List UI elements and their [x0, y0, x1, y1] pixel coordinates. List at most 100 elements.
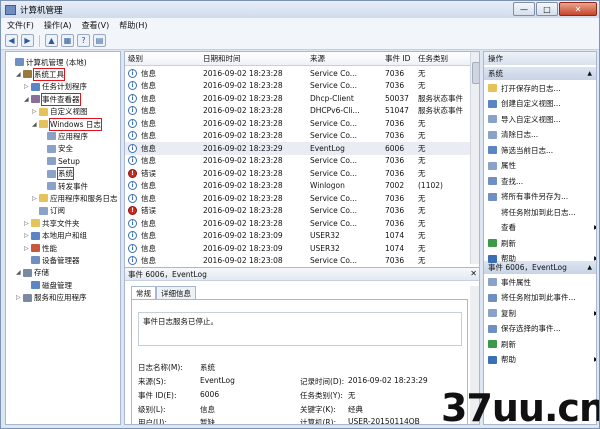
table-row[interactable]: i 信息 2016-09-02 18:23:28 Service Co... 7036 无	[125, 67, 470, 80]
col-datetime[interactable]: 日期和时间	[203, 53, 241, 64]
action-item[interactable]: 将任务附加到此日志...	[488, 206, 576, 218]
tree-node[interactable]: 订阅	[32, 205, 65, 217]
row-level: i 信息	[128, 193, 156, 204]
action-item[interactable]: 创建自定义视图...	[488, 98, 561, 110]
action-item[interactable]: 保存选择的事件...	[488, 323, 561, 335]
col-event-id[interactable]: 事件 ID	[385, 53, 410, 64]
table-row[interactable]: i 信息 2016-09-02 18:23:09 USER32 1074 无	[125, 230, 470, 243]
table-row[interactable]: i 信息 2016-09-02 18:23:28 Service Co... 7036 无	[125, 217, 470, 230]
close-button[interactable]: ✕	[559, 2, 597, 16]
table-row[interactable]: i 信息 2016-09-02 18:23:09 USER32 1074 无	[125, 242, 470, 255]
table-row[interactable]: i 信息 2016-09-02 18:23:28 Winlogon 7002 (1102)	[125, 180, 470, 193]
table-row[interactable]: i 信息 2016-09-02 18:23:28 Dhcp-Client 50037 服务…	[125, 92, 470, 105]
menu-file[interactable]: 文件(F)	[7, 20, 34, 31]
table-row[interactable]: i 信息 2016-09-02 18:23:28 Service Co... 7036 无	[125, 130, 470, 143]
expand-arrow-icon[interactable]: ▷	[24, 83, 31, 90]
tree-node[interactable]: ◢ 系统工具	[16, 67, 65, 81]
tree-node[interactable]: ▷ 服务和应用程序	[16, 292, 87, 304]
action-item[interactable]: 查找...	[488, 175, 523, 187]
tree-node[interactable]: ◢ 事件查看器	[24, 92, 81, 106]
table-row[interactable]: i 信息 2016-09-02 18:23:08 Service Co... 7036 无	[125, 255, 470, 268]
table-row[interactable]: i 信息 2016-09-02 18:23:28 Service Co... 7036 无	[125, 192, 470, 205]
expand-arrow-icon[interactable]: ◢	[16, 269, 23, 276]
tree-node[interactable]: ▷ 共享文件夹	[24, 217, 80, 229]
action-icon	[488, 130, 497, 139]
expand-arrow-icon[interactable]: ◢	[24, 96, 31, 103]
table-row[interactable]: i 信息 2016-09-02 18:23:28 Service Co... 7036 无	[125, 117, 470, 130]
action-item[interactable]: 刷新	[488, 237, 516, 249]
row-level: i 信息	[128, 243, 156, 254]
tree-node[interactable]: ◢ 存储	[16, 267, 49, 279]
menu-help[interactable]: 帮助(H)	[119, 20, 147, 31]
scrollbar-thumb[interactable]	[472, 62, 479, 84]
expand-arrow-icon[interactable]: ▷	[24, 220, 31, 227]
properties-icon[interactable]: ▤	[93, 34, 106, 47]
tree-node[interactable]: 转发事件	[40, 180, 88, 192]
tree-node[interactable]: 系统	[40, 167, 74, 181]
action-item[interactable]: 帮助 ▶	[488, 253, 596, 265]
action-item[interactable]: 导入自定义视图...	[488, 113, 561, 125]
expand-arrow-icon[interactable]: ◢	[32, 121, 39, 128]
row-level: i 信息	[128, 93, 156, 104]
action-item[interactable]: 将任务附加到此事件...	[488, 292, 576, 304]
show-hide-tree-icon[interactable]: ▦	[61, 34, 74, 47]
task-value: 无	[348, 391, 356, 400]
menu-view[interactable]: 查看(V)	[82, 20, 110, 31]
help-icon[interactable]: ?	[77, 34, 90, 47]
expand-arrow-icon[interactable]: ▷	[24, 232, 31, 239]
maximize-button[interactable]: □	[536, 2, 558, 16]
tree-node[interactable]: 计算机管理 (本地)	[8, 56, 87, 68]
table-row[interactable]: i 信息 2016-09-02 18:23:29 EventLog 6006 无	[125, 142, 470, 155]
row-task-category: 无	[418, 193, 426, 203]
action-item[interactable]: 事件属性	[488, 276, 531, 288]
table-row[interactable]: ! 错误 2016-09-02 18:23:28 Service Co... 7036 无	[125, 205, 470, 218]
menu-action[interactable]: 操作(A)	[44, 20, 72, 31]
actions-section-system[interactable]: 系统 ▲	[484, 67, 596, 80]
table-row[interactable]: i 信息 2016-09-02 18:23:28 Service Co... 7036 无	[125, 80, 470, 93]
action-item[interactable]: 清除日志...	[488, 129, 538, 141]
user-label: 用户(U):	[138, 418, 167, 425]
forward-arrow-icon[interactable]: ▶	[21, 34, 34, 47]
tab-general[interactable]: 常规	[131, 286, 156, 300]
action-item[interactable]: 筛选当前日志...	[488, 144, 553, 156]
table-row[interactable]: i 信息 2016-09-02 18:23:28 DHCPv6-Cli... 51047…	[125, 105, 470, 118]
table-row[interactable]: ! 错误 2016-09-02 18:23:28 Service Co... 7036 无	[125, 167, 470, 180]
action-item[interactable]: 将所有事件另存为...	[488, 191, 568, 203]
expand-arrow-icon[interactable]: ▷	[24, 245, 31, 252]
expand-arrow-icon[interactable]: ▷	[32, 108, 39, 115]
tree-node[interactable]: ▷ 性能	[24, 242, 57, 254]
expand-arrow-icon[interactable]: ◢	[16, 71, 23, 78]
tree-node[interactable]: ▷ 自定义视图	[32, 106, 88, 118]
close-detail-icon[interactable]: ✕	[470, 269, 477, 278]
action-item[interactable]: 刷新	[488, 338, 516, 350]
tree-node[interactable]: ▷ 任务计划程序	[24, 81, 87, 93]
tab-details[interactable]: 详细信息	[156, 286, 196, 299]
tree-node[interactable]: Setup	[40, 155, 80, 167]
col-level[interactable]: 级别	[128, 53, 143, 64]
minimize-button[interactable]: —	[513, 2, 535, 16]
tree-node[interactable]: 设备管理器	[24, 254, 80, 266]
action-item[interactable]: 属性	[488, 160, 516, 172]
back-arrow-icon[interactable]: ◀	[5, 34, 18, 47]
event-message[interactable]: 事件日志服务已停止。	[138, 312, 462, 346]
tree-node-label: 存储	[34, 268, 49, 278]
row-source: Service Co...	[310, 256, 357, 266]
tree-node[interactable]: ▷ 应用程序和服务日志	[32, 192, 118, 204]
tree-node[interactable]: 应用程序	[40, 130, 88, 142]
action-item[interactable]: 打开保存的日志...	[488, 82, 561, 94]
expand-arrow-icon[interactable]: ▷	[16, 294, 23, 301]
tree-node-label: 系统工具	[33, 67, 65, 81]
col-source[interactable]: 来源	[310, 53, 325, 64]
col-task-category[interactable]: 任务类别	[418, 53, 448, 64]
action-item[interactable]: 复制 ▶	[488, 307, 596, 319]
tree-node[interactable]: ▷ 本地用户和组	[24, 230, 87, 242]
tree-node[interactable]: 磁盘管理	[24, 279, 72, 291]
expand-arrow-icon[interactable]: ▷	[32, 195, 39, 202]
table-row[interactable]: i 信息 2016-09-02 18:23:28 Service Co... 7036 无	[125, 155, 470, 168]
tree-node[interactable]: ◢ Windows 日志	[32, 117, 102, 131]
action-item[interactable]: 帮助 ▶	[488, 354, 596, 366]
action-item[interactable]: 查看 ▶	[488, 222, 596, 234]
tree-node[interactable]: 安全	[40, 143, 73, 155]
up-folder-icon[interactable]: ▲	[45, 34, 58, 47]
event-list-scrollbar[interactable]	[470, 52, 479, 264]
